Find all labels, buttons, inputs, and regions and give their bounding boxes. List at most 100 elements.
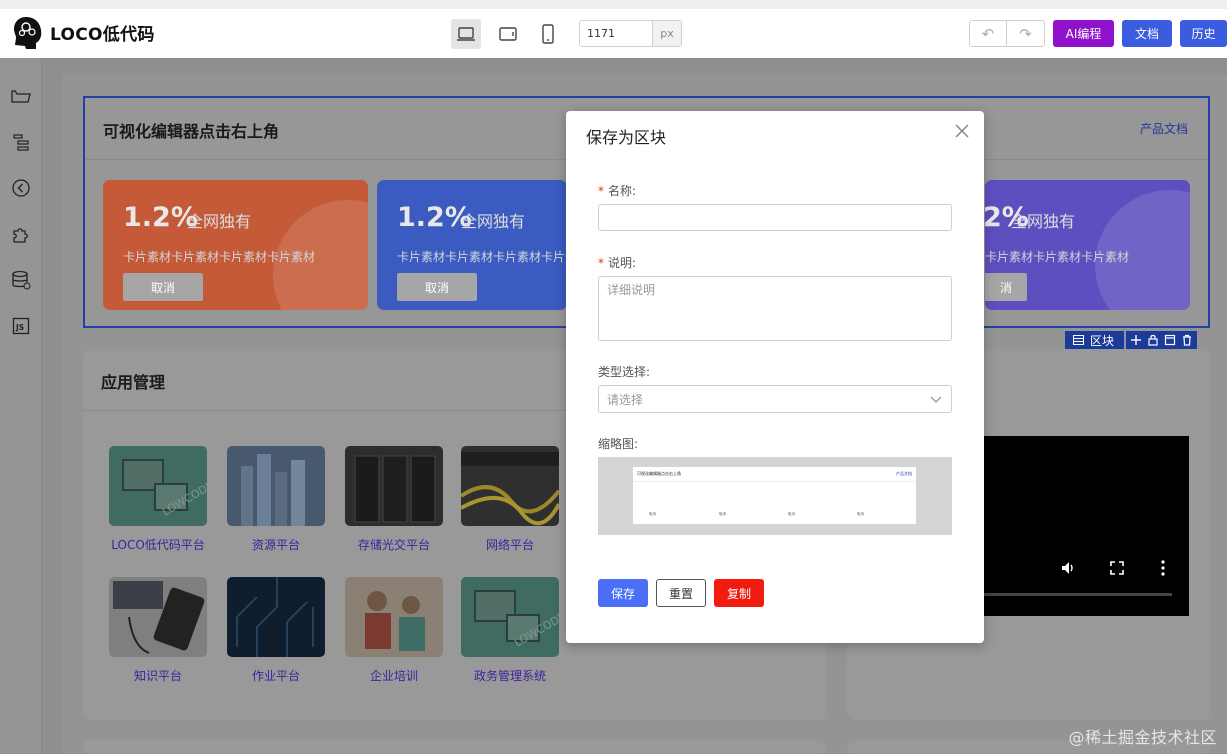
outline-tree-icon [13,134,29,151]
copy-icon[interactable] [1164,334,1176,346]
thumbnail-link: 产品文档 [896,471,912,476]
app-thumbnail [227,577,325,657]
thumbnail-page: 可视化编辑器点击右上角 产品文档 取消 取消 取消 取消 [633,467,916,524]
description-textarea[interactable]: 详细说明 [598,276,952,341]
product-docs-link[interactable]: 产品文档 [1140,120,1188,137]
sidebar-item-js[interactable]: JS [11,316,31,336]
app-label: 知识平台 [133,669,182,683]
block-title: 应用管理 [101,373,166,392]
tablet-icon [499,27,517,41]
plugin-icon [13,228,28,243]
thumbnail-item: 取消 [788,512,795,516]
canvas-width-field: px [579,20,682,47]
redo-icon: ↷ [1019,24,1032,43]
type-select-placeholder: 请选择 [607,392,644,407]
undo-icon: ↶ [981,24,995,43]
stat-card: 1.2% 全网独有 卡片素材卡片素材卡片素材卡片素材 取消 [377,180,567,310]
app-thumbnail [461,446,559,526]
circuit-board-icon [236,577,314,657]
type-select[interactable]: 请选择 [598,385,952,413]
delete-icon[interactable] [1181,334,1193,346]
stat-card: 2% 全网独有 卡片素材卡片素材卡片素材 消 [985,180,1190,310]
lock-icon[interactable] [1147,334,1159,346]
thumbnail-item: 取消 [857,512,864,516]
app-label: 资源平台 [251,538,300,552]
docs-button[interactable]: 文档 [1122,20,1172,47]
fullscreen-icon[interactable] [1110,561,1124,575]
sidebar-item-outline[interactable] [11,132,31,152]
copy-button[interactable]: 复制 [714,579,764,607]
more-options-icon[interactable] [1160,560,1166,576]
app-item[interactable]: 网络平台 [461,446,559,553]
app-item[interactable]: 作业平台 [227,577,325,684]
tablet-view-button[interactable] [493,19,523,49]
card-description: 卡片素材卡片素材卡片素材 [985,250,1130,264]
app-item[interactable]: LOWCODE LOCO低代码平台 [109,446,207,553]
thumbnail-title: 可视化编辑器点击右上角 [637,471,681,476]
server-rack-icon [354,455,436,523]
card-cancel-button[interactable]: 取消 [123,273,203,301]
sidebar-item-history[interactable] [11,178,31,198]
lowcode-illustration-icon: LOWCODE [122,459,207,519]
volume-icon[interactable] [1060,560,1076,576]
required-marker: * [598,184,604,198]
thumbnail-field-label: 缩略图: [598,437,639,451]
app-logo: LOCO低代码 [12,15,155,49]
thumbnail-preview: 可视化编辑器点击右上角 产品文档 取消 取消 取消 取消 [598,457,952,535]
watermark: @稀土掘金技术社区 [1068,728,1217,747]
description-placeholder: 详细说明 [607,283,656,297]
app-label: 作业平台 [251,669,300,683]
name-input[interactable] [598,204,952,231]
block-type-tag[interactable]: 区块 [1065,331,1125,349]
canvas-width-input[interactable] [580,21,652,46]
desktop-view-button[interactable] [451,19,481,49]
left-sidebar: JS [0,58,42,754]
undo-button[interactable]: ↶ [969,20,1007,47]
app-name: LOCO低代码 [50,24,155,45]
block-type-label: 区块 [1090,333,1115,348]
sidebar-item-pages[interactable] [11,86,31,106]
add-icon[interactable] [1130,334,1142,346]
card-value-suffix: 全网独有 [187,212,252,231]
dialog-title: 保存为区块 [586,128,667,147]
card-value-suffix: 全网独有 [1011,212,1076,231]
name-field-label: * 名称: [598,184,637,198]
app-item[interactable]: LOWCODE 政务管理系统 [461,577,559,684]
app-item[interactable]: 企业培训 [345,577,443,684]
block-title: 可视化编辑器点击右上角 [103,122,280,141]
mobile-view-button[interactable] [533,19,563,49]
app-label: LOCO低代码平台 [111,538,205,552]
thumbnail-item: 取消 [719,512,726,516]
app-thumbnail [345,577,443,657]
required-marker: * [598,256,604,270]
laptop-icon [457,27,475,41]
sidebar-item-datasource[interactable] [11,270,31,290]
app-thumbnail: LOWCODE [461,577,559,657]
app-label: 存储光交平台 [357,538,430,552]
app-item[interactable]: 知识平台 [109,577,207,684]
reset-button[interactable]: 重置 [656,579,706,607]
card-description: 卡片素材卡片素材卡片素材卡片素材 [397,250,567,264]
card-cancel-button[interactable]: 消 [985,273,1027,301]
app-item[interactable]: 资源平台 [227,446,325,553]
close-icon[interactable] [954,123,970,139]
app-thumbnail [227,446,325,526]
ai-coding-button[interactable]: AI编程 [1053,20,1114,47]
people-training-icon [365,591,425,651]
video-player[interactable] [984,436,1189,616]
folder-icon [11,90,31,103]
redo-button[interactable]: ↷ [1007,20,1045,47]
undo-redo-group: ↶ ↷ [969,20,1045,47]
card-value-suffix: 全网独有 [461,212,526,231]
tablet-books-icon [113,581,205,654]
js-icon: JS [12,317,30,335]
history-button[interactable]: 历史 [1180,20,1227,47]
app-item[interactable]: 存储光交平台 [345,446,443,553]
app-label: 企业培训 [369,669,418,683]
save-button[interactable]: 保存 [598,579,648,607]
app-thumbnail [345,446,443,526]
video-progress-bar[interactable] [984,593,1172,596]
card-cancel-button[interactable]: 取消 [397,273,477,301]
sidebar-item-plugins[interactable] [11,224,31,244]
stat-card: 1.2% 全网独有 卡片素材卡片素材卡片素材卡片素材 取消 [103,180,368,310]
